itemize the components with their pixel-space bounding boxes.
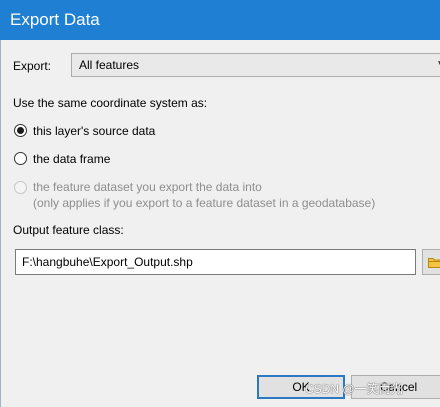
watermark: CSDN @一笑而光 <box>305 382 403 396</box>
export-dropdown-value: All features <box>79 58 140 72</box>
output-path-field[interactable]: F:\hangbuhe\Export_Output.shp <box>15 249 416 275</box>
radio-data-frame-label[interactable]: the data frame <box>33 151 110 167</box>
folder-icon <box>428 258 440 268</box>
radio-data-frame[interactable] <box>14 152 27 165</box>
coordinate-system-heading: Use the same coordinate system as: <box>13 96 208 110</box>
browse-button[interactable] <box>422 249 440 275</box>
radio-source-data-label[interactable]: this layer's source data <box>33 123 155 139</box>
output-path-value: F:\hangbuhe\Export_Output.shp <box>22 255 193 269</box>
title-bar[interactable]: Export Data <box>0 0 440 40</box>
output-feature-class-label: Output feature class: <box>13 223 124 237</box>
export-dropdown[interactable]: All features ▼ <box>71 53 440 77</box>
window-border <box>0 40 1 407</box>
export-label: Export: <box>13 59 52 73</box>
radio-feature-dataset <box>14 181 27 194</box>
radio-source-data[interactable] <box>14 124 27 137</box>
radio-feature-dataset-label: the feature dataset you export the data … <box>33 180 262 194</box>
radio-feature-dataset-note: (only applies if you export to a feature… <box>33 196 376 210</box>
window-title: Export Data <box>10 10 100 29</box>
chevron-down-icon: ▼ <box>436 58 440 72</box>
